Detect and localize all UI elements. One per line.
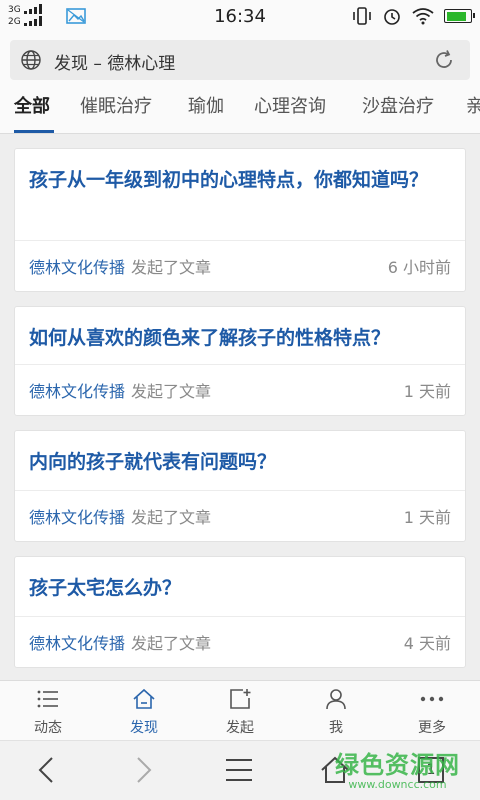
watermark: 绿色资源网 www.downcc.com	[335, 745, 460, 791]
forward-icon[interactable]	[128, 755, 158, 785]
back-icon[interactable]	[32, 755, 62, 785]
nav-compose[interactable]: 发起	[192, 681, 288, 741]
watermark-url: www.downcc.com	[348, 778, 447, 791]
menu-icon[interactable]	[224, 755, 254, 785]
article-author[interactable]: 德林文化传播	[29, 504, 125, 528]
article-action: 发起了文章	[131, 634, 212, 653]
wifi-icon	[412, 8, 434, 25]
article-card[interactable]: 内向的孩子就代表有问题吗？ 德林文化传播 发起了文章 1 天前	[14, 430, 466, 542]
category-tabs: 全部 催眠治疗 瑜伽 心理咨询 沙盘治疗 亲	[0, 90, 480, 134]
article-action: 发起了文章	[131, 382, 212, 401]
article-author[interactable]: 德林文化传播	[29, 254, 125, 278]
nav-more[interactable]: 更多	[384, 681, 480, 741]
article-card[interactable]: 如何从喜欢的颜色来了解孩子的性格特点？ 德林文化传播 发起了文章 1 天前	[14, 306, 466, 416]
nav-discover[interactable]: 发现	[96, 681, 192, 741]
compose-icon	[230, 689, 251, 709]
article-meta: 德林文化传播 发起了文章 1 天前	[15, 490, 465, 541]
tab-counseling[interactable]: 心理咨询	[254, 92, 326, 118]
nav-label: 我	[329, 720, 343, 736]
list-icon	[37, 690, 58, 708]
article-action: 发起了文章	[131, 508, 212, 527]
article-title[interactable]: 内向的孩子就代表有问题吗？	[15, 431, 465, 479]
watermark-text: 绿色资源网	[335, 751, 460, 779]
article-author[interactable]: 德林文化传播	[29, 630, 125, 654]
article-card[interactable]: 孩子太宅怎么办？ 德林文化传播 发起了文章 4 天前	[14, 556, 466, 668]
status-icons	[352, 6, 475, 26]
vibrate-icon	[353, 7, 371, 25]
nav-label: 动态	[34, 720, 62, 736]
battery-icon	[444, 9, 475, 23]
tab-hypnotherapy[interactable]: 催眠治疗	[80, 92, 152, 118]
address-bar[interactable]: 发现 – 德林心理	[10, 40, 470, 80]
tab-sandplay[interactable]: 沙盘治疗	[362, 92, 434, 118]
status-bar: 3G 2G 16:34	[0, 0, 480, 32]
page-title: 发现 – 德林心理	[54, 54, 176, 74]
article-card[interactable]: 孩子从一年级到初中的心理特点，你都知道吗？ 德林文化传播 发起了文章 6 小时前	[14, 148, 466, 292]
article-meta: 德林文化传播 发起了文章 1 天前	[15, 364, 465, 415]
article-meta: 德林文化传播 发起了文章 6 小时前	[15, 240, 465, 291]
nav-feed[interactable]: 动态	[0, 681, 96, 741]
globe-icon	[21, 50, 41, 70]
nav-me[interactable]: 我	[288, 681, 384, 741]
tab-parenting[interactable]: 亲	[466, 92, 480, 118]
article-time: 4 天前	[403, 634, 451, 653]
nav-label: 更多	[418, 720, 446, 736]
article-author[interactable]: 德林文化传播	[29, 378, 125, 402]
more-icon	[420, 696, 444, 702]
active-tab-indicator	[14, 130, 54, 133]
article-time: 1 天前	[403, 382, 451, 401]
tab-yoga[interactable]: 瑜伽	[188, 92, 224, 118]
article-title[interactable]: 孩子从一年级到初中的心理特点，你都知道吗？	[15, 149, 465, 197]
home-icon	[133, 688, 155, 709]
refresh-icon[interactable]	[432, 48, 456, 72]
browser-header: 发现 – 德林心理	[0, 32, 480, 90]
article-time: 1 天前	[403, 508, 451, 527]
article-meta: 德林文化传播 发起了文章 4 天前	[15, 616, 465, 667]
article-title[interactable]: 孩子太宅怎么办？	[15, 557, 465, 605]
tab-all[interactable]: 全部	[14, 92, 50, 118]
bottom-nav: 动态 发现 发起 我 更多	[0, 680, 480, 740]
article-time: 6 小时前	[387, 258, 451, 277]
article-title[interactable]: 如何从喜欢的颜色来了解孩子的性格特点？	[15, 307, 465, 355]
nav-label: 发起	[226, 720, 254, 736]
person-icon	[326, 689, 346, 710]
nav-label: 发现	[130, 720, 158, 736]
browser-toolbar: 1 绿色资源网 www.downcc.com	[0, 740, 480, 800]
alarm-icon	[384, 9, 400, 25]
article-action: 发起了文章	[131, 258, 212, 277]
